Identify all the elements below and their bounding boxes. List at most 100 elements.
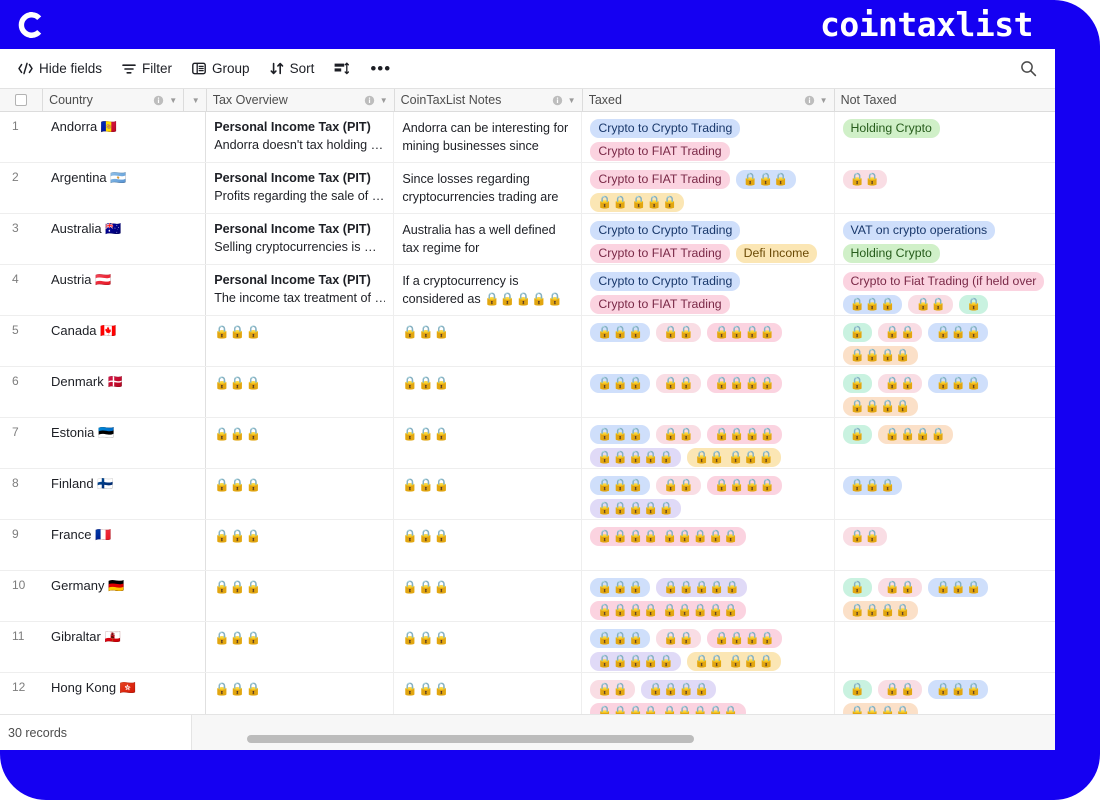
row-number-cell[interactable]: 8 [0, 469, 43, 519]
chevron-down-icon[interactable]: ▼ [820, 96, 828, 105]
locked-tag[interactable]: 🔒🔒🔒🔒 🔒🔒🔒🔒🔒 [590, 601, 746, 620]
cell-not-taxed[interactable]: 🔒 🔒🔒 🔒🔒🔒 🔒🔒🔒🔒 [835, 571, 1056, 621]
cell-not-taxed[interactable]: 🔒 🔒🔒 🔒🔒🔒 🔒🔒🔒🔒 [835, 316, 1056, 366]
row-number-cell[interactable]: 5 [0, 316, 43, 366]
sort-button[interactable]: Sort [262, 57, 323, 80]
locked-tag[interactable]: 🔒🔒🔒🔒 [706, 476, 783, 495]
table-row[interactable]: 8 Finland 🇫🇮 🔒🔒🔒 🔒🔒🔒 🔒🔒🔒 🔒🔒 🔒🔒🔒🔒 🔒🔒🔒🔒🔒 🔒🔒🔒 [0, 469, 1055, 520]
tag[interactable]: Crypto to FIAT Trading [590, 142, 730, 161]
column-header-cointaxlist-notes[interactable]: CoinTaxList Notes ▼ [395, 89, 583, 111]
locked-tag[interactable]: 🔒 [842, 425, 872, 444]
tag[interactable]: VAT on crypto operations [842, 221, 996, 240]
locked-tag[interactable]: 🔒🔒 [656, 374, 701, 393]
locked-tag[interactable]: 🔒🔒 🔒🔒🔒 [686, 448, 781, 467]
locked-tag[interactable]: 🔒🔒🔒🔒🔒 [590, 448, 681, 467]
cell-cointaxlist-notes[interactable]: 🔒🔒🔒 [394, 418, 583, 468]
locked-tag[interactable]: 🔒🔒🔒 [928, 680, 989, 699]
cell-cointaxlist-notes[interactable]: Since losses regarding cryptocurrencies … [394, 163, 583, 213]
cell-cointaxlist-notes[interactable]: 🔒🔒🔒 [394, 316, 583, 366]
cell-cointaxlist-notes[interactable]: Andorra can be interesting for mining bu… [394, 112, 583, 162]
tag[interactable]: Holding Crypto [842, 244, 940, 263]
cell-tax-overview[interactable]: Personal Income Tax (PIT) Selling cryptoc… [206, 214, 395, 264]
column-header-collapsed[interactable]: ▼ [184, 89, 207, 111]
locked-tag[interactable]: 🔒🔒🔒🔒 [706, 323, 783, 342]
table-row[interactable]: 5 Canada 🇨🇦 🔒🔒🔒 🔒🔒🔒 🔒🔒🔒 🔒🔒 🔒🔒🔒🔒 🔒 🔒🔒 🔒🔒🔒 🔒🔒🔒🔒 [0, 316, 1055, 367]
row-number-cell[interactable]: 1 [0, 112, 43, 162]
cell-tax-overview[interactable]: 🔒🔒🔒 [206, 571, 395, 621]
more-options-button[interactable]: ••• [361, 60, 400, 77]
locked-tag[interactable]: 🔒🔒🔒 [590, 578, 651, 597]
tag[interactable]: Crypto to Fiat Trading (if held over [842, 272, 1045, 291]
cell-country[interactable]: Andorra 🇦🇩 [43, 112, 184, 162]
cell-taxed[interactable]: 🔒🔒🔒🔒🔒🔒🔒🔒🔒🔒🔒🔒🔒🔒🔒🔒 🔒🔒🔒🔒🔒🔒🔒 🔒🔒🔒🔒🔒 [582, 418, 835, 468]
locked-tag[interactable]: 🔒🔒 [590, 680, 636, 699]
chevron-down-icon[interactable]: ▼ [380, 96, 388, 105]
cell-country[interactable]: Austria 🇦🇹 [43, 265, 184, 315]
locked-tag[interactable]: 🔒🔒🔒🔒🔒 [590, 499, 681, 518]
cell-country[interactable]: Denmark 🇩🇰 [43, 367, 184, 417]
cell-collapsed-column[interactable] [184, 418, 207, 468]
row-number-cell[interactable]: 3 [0, 214, 43, 264]
cell-country[interactable]: Finland 🇫🇮 [43, 469, 184, 519]
cell-country[interactable]: Germany 🇩🇪 [43, 571, 184, 621]
locked-tag[interactable]: 🔒🔒🔒🔒 [706, 374, 783, 393]
row-height-button[interactable] [326, 58, 357, 79]
locked-tag[interactable]: 🔒🔒🔒 [590, 629, 651, 648]
locked-tag[interactable]: 🔒🔒 [877, 578, 923, 597]
locked-tag[interactable]: 🔒🔒🔒🔒 [842, 397, 918, 416]
select-all-checkbox[interactable] [15, 94, 28, 106]
cell-tax-overview[interactable]: Personal Income Tax (PIT) Andorra doesn't… [206, 112, 395, 162]
row-number-cell[interactable]: 9 [0, 520, 43, 570]
select-all-header[interactable] [0, 89, 44, 111]
info-icon[interactable] [153, 95, 164, 106]
tag[interactable]: Crypto to Crypto Trading [590, 272, 741, 291]
tag[interactable]: Holding Crypto [842, 119, 940, 138]
cell-tax-overview[interactable]: Personal Income Tax (PIT) The income tax … [206, 265, 395, 315]
cell-not-taxed[interactable] [835, 622, 1056, 672]
column-header-tax-overview[interactable]: Tax Overview ▼ [207, 89, 395, 111]
column-header-taxed[interactable]: Taxed ▼ [583, 89, 835, 111]
cell-not-taxed[interactable]: 🔒 🔒🔒 🔒🔒🔒 🔒🔒🔒🔒 [835, 367, 1056, 417]
cell-cointaxlist-notes[interactable]: 🔒🔒🔒 [394, 571, 583, 621]
table-row[interactable]: 9 France 🇫🇷 🔒🔒🔒 🔒🔒🔒 🔒🔒🔒🔒 🔒🔒🔒🔒🔒 🔒🔒 [0, 520, 1055, 571]
cell-cointaxlist-notes[interactable]: 🔒🔒🔒 [394, 520, 583, 570]
cell-collapsed-column[interactable] [184, 163, 207, 213]
cell-tax-overview[interactable]: 🔒🔒🔒 [206, 316, 395, 366]
locked-tag[interactable]: 🔒🔒🔒 [590, 374, 651, 393]
locked-tag[interactable]: 🔒 [959, 295, 989, 314]
table-row[interactable]: 3 Australia 🇦🇺 ı Personal Income Tax (PIT) S… [0, 214, 1055, 265]
chevron-down-icon[interactable]: ▼ [169, 96, 177, 105]
locked-tag[interactable]: 🔒 [842, 680, 872, 699]
locked-tag[interactable]: 🔒🔒 [908, 295, 954, 314]
locked-tag[interactable]: 🔒🔒 [656, 629, 701, 648]
locked-tag[interactable]: 🔒🔒 [877, 680, 923, 699]
cell-taxed[interactable]: Crypto to Crypto Trading Crypto to FIAT T… [582, 265, 835, 315]
info-icon[interactable] [552, 95, 563, 106]
cell-taxed[interactable]: 🔒🔒🔒🔒 🔒🔒🔒🔒🔒 [582, 520, 835, 570]
cell-not-taxed[interactable]: Crypto to Fiat Trading (if held over 🔒🔒🔒 🔒… [835, 265, 1056, 315]
cell-collapsed-column[interactable]: ı [184, 265, 207, 315]
cell-not-taxed[interactable]: 🔒 🔒🔒🔒🔒 [835, 418, 1056, 468]
cell-tax-overview[interactable]: 🔒🔒🔒 [206, 622, 395, 672]
cell-country[interactable]: Canada 🇨🇦 [43, 316, 184, 366]
row-number-cell[interactable]: 4 [0, 265, 43, 315]
cell-cointaxlist-notes[interactable]: 🔒🔒🔒 [394, 367, 583, 417]
table-row[interactable]: 7 Estonia 🇪🇪 🔒🔒🔒 🔒🔒🔒 🔒🔒🔒 🔒🔒 🔒🔒🔒🔒 🔒🔒🔒🔒🔒 🔒🔒 🔒🔒🔒 🔒 🔒🔒… [0, 418, 1055, 469]
info-icon[interactable] [364, 95, 375, 106]
tag[interactable]: Crypto to FIAT Trading [590, 170, 730, 189]
locked-tag[interactable]: 🔒 [842, 374, 872, 393]
search-icon[interactable] [1016, 56, 1041, 81]
locked-tag[interactable]: 🔒🔒🔒🔒 🔒🔒🔒🔒🔒 [590, 527, 746, 546]
table-row[interactable]: 6 Denmark 🇩🇰 🔒🔒🔒 🔒🔒🔒 🔒🔒🔒 🔒🔒 🔒🔒🔒🔒 🔒 🔒🔒 🔒🔒🔒 🔒🔒🔒🔒 [0, 367, 1055, 418]
cell-not-taxed[interactable]: VAT on crypto operations Holding Crypto [835, 214, 1056, 264]
cell-taxed[interactable]: Crypto to FIAT Trading 🔒🔒🔒 🔒🔒 🔒🔒🔒 [582, 163, 835, 213]
column-header-not-taxed[interactable]: Not Taxed [835, 89, 1055, 111]
group-button[interactable]: Group [184, 57, 258, 80]
cell-taxed[interactable]: 🔒🔒🔒🔒🔒🔒🔒🔒🔒🔒🔒🔒🔒🔒🔒🔒 🔒🔒🔒🔒🔒🔒🔒 🔒🔒🔒🔒🔒 [582, 622, 835, 672]
table-row[interactable]: 4 Austria 🇦🇹 ı Personal Income Tax (PIT) The… [0, 265, 1055, 316]
locked-tag[interactable]: 🔒🔒🔒🔒 [641, 680, 717, 699]
cell-tax-overview[interactable]: 🔒🔒🔒 [206, 418, 395, 468]
cell-country[interactable]: France 🇫🇷 [43, 520, 184, 570]
cell-collapsed-column[interactable] [184, 520, 207, 570]
info-icon[interactable] [804, 95, 815, 106]
